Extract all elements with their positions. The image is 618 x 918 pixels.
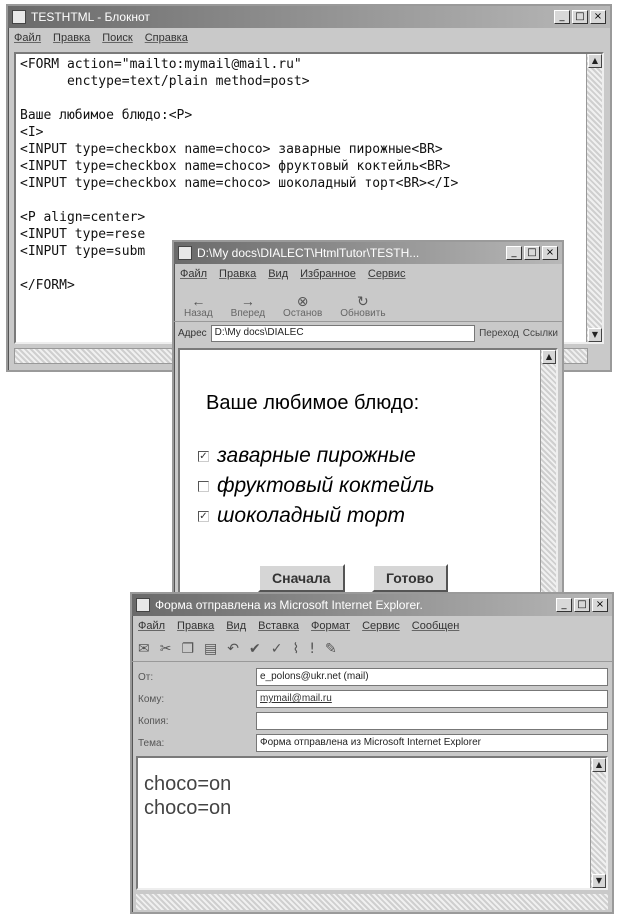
to-label[interactable]: Кому: (136, 694, 256, 705)
ie-toolbar: ← Назад → Вперед ⊗ Останов ↻ Обновить (174, 284, 562, 322)
menu-file[interactable]: Файл (180, 268, 207, 280)
close-button[interactable]: × (590, 10, 606, 24)
to-field[interactable]: mymail@mail.ru (256, 690, 608, 708)
vertical-scrollbar[interactable]: ▲ ▼ (586, 54, 602, 342)
close-button[interactable]: × (542, 246, 558, 260)
mail-titlebar[interactable]: Форма отправлена из Microsoft Internet E… (132, 594, 612, 616)
ie-menubar: Файл Правка Вид Избранное Сервис (174, 264, 562, 284)
maximize-button[interactable]: □ (524, 246, 540, 260)
menu-edit[interactable]: Правка (219, 268, 256, 280)
send-icon[interactable]: ✉ (138, 641, 150, 657)
menu-format[interactable]: Формат (311, 620, 350, 632)
links-button[interactable]: Ссылки (523, 328, 558, 339)
subject-field[interactable]: Форма отправлена из Microsoft Internet E… (256, 734, 608, 752)
menu-file[interactable]: Файл (14, 32, 41, 44)
mail-window: Форма отправлена из Microsoft Internet E… (130, 592, 614, 914)
address-input[interactable]: D:\My docs\DIALEC (210, 324, 476, 342)
menu-search[interactable]: Поиск (102, 32, 132, 44)
check-names-icon[interactable]: ✔ (249, 641, 261, 657)
minimize-button[interactable]: _ (554, 10, 570, 24)
vertical-scrollbar[interactable]: ▲ ▼ (590, 758, 606, 888)
mail-body[interactable]: choco=on choco=on ▲ ▼ (136, 756, 608, 890)
ie-title: D:\My docs\DIALECT\HtmlTutor\TESTH... (197, 246, 420, 260)
option-eclairs[interactable]: ✓ заварные пирожные (198, 444, 416, 468)
notepad-icon (12, 10, 26, 24)
priority-icon[interactable]: ! (309, 641, 315, 657)
maximize-button[interactable]: □ (572, 10, 588, 24)
menu-edit[interactable]: Правка (53, 32, 90, 44)
address-label: Адрес (178, 327, 207, 339)
menu-edit[interactable]: Правка (177, 620, 214, 632)
scroll-up-icon[interactable]: ▲ (588, 54, 602, 68)
copy-icon[interactable]: ❐ (181, 641, 194, 657)
notepad-titlebar[interactable]: TESTHTML - Блокнот _ □ × (8, 6, 610, 28)
reset-button[interactable]: Сначала (258, 564, 345, 592)
from-row: От: e_polons@ukr.net (mail) (136, 666, 608, 688)
menu-insert[interactable]: Вставка (258, 620, 299, 632)
form-heading: Ваше любимое блюдо: (206, 392, 420, 414)
sign-icon[interactable]: ✎ (325, 641, 337, 657)
attach-icon[interactable]: ⌇ (292, 641, 299, 657)
minimize-button[interactable]: _ (506, 246, 522, 260)
menu-view[interactable]: Вид (268, 268, 288, 280)
submit-button[interactable]: Готово (372, 564, 448, 592)
mail-title: Форма отправлена из Microsoft Internet E… (155, 598, 423, 612)
body-line: choco=on (144, 773, 232, 795)
menu-help[interactable]: Справка (145, 32, 188, 44)
from-field[interactable]: e_polons@ukr.net (mail) (256, 668, 608, 686)
ie-icon (178, 246, 192, 260)
spelling-icon[interactable]: ✓ (271, 641, 283, 657)
mail-toolbar: ✉ ✂ ❐ ▤ ↶ ✔ ✓ ⌇ ! ✎ (132, 636, 612, 662)
mail-header-fields: От: e_polons@ukr.net (mail) Кому: mymail… (132, 662, 612, 756)
go-button[interactable]: Переход (479, 328, 519, 339)
ie-titlebar[interactable]: D:\My docs\DIALECT\HtmlTutor\TESTH... _ … (174, 242, 562, 264)
paste-icon[interactable]: ▤ (204, 641, 217, 657)
refresh-icon: ↻ (357, 293, 369, 309)
forward-arrow-icon: → (240, 293, 255, 309)
menu-tools[interactable]: Сервис (368, 268, 406, 280)
menu-message[interactable]: Сообщен (412, 620, 460, 632)
minimize-button[interactable]: _ (556, 598, 572, 612)
scroll-down-icon[interactable]: ▼ (588, 328, 602, 342)
from-label: От: (138, 671, 154, 683)
body-line: choco=on (144, 797, 232, 819)
close-button[interactable]: × (592, 598, 608, 612)
menu-tools[interactable]: Сервис (362, 620, 400, 632)
menu-view[interactable]: Вид (226, 620, 246, 632)
notepad-title: TESTHTML - Блокнот (31, 10, 150, 24)
subject-label: Тема: (138, 737, 165, 749)
cut-icon[interactable]: ✂ (160, 641, 172, 657)
checkbox-eclairs[interactable]: ✓ (198, 450, 209, 462)
menu-file[interactable]: Файл (138, 620, 165, 632)
undo-icon[interactable]: ↶ (227, 641, 239, 657)
option-fruit-cocktail[interactable]: фруктовый коктейль (198, 474, 435, 498)
mail-statusbar (136, 894, 608, 910)
refresh-button[interactable]: ↻ Обновить (340, 294, 385, 319)
mail-menubar: Файл Правка Вид Вставка Формат Сервис Со… (132, 616, 612, 636)
option-chocolate-cake[interactable]: ✓ шоколадный торт (198, 504, 405, 528)
cc-row: Копия: (136, 710, 608, 732)
cc-label[interactable]: Копия: (136, 716, 256, 727)
scroll-down-icon[interactable]: ▼ (592, 874, 606, 888)
menu-favorites[interactable]: Избранное (300, 268, 356, 280)
back-arrow-icon: ← (191, 293, 206, 309)
checkbox-chocolate-cake[interactable]: ✓ (198, 510, 209, 522)
maximize-button[interactable]: □ (574, 598, 590, 612)
forward-button[interactable]: → Вперед (231, 294, 265, 319)
address-bar: Адрес D:\My docs\DIALEC Переход Ссылки (174, 322, 562, 344)
to-row: Кому: mymail@mail.ru (136, 688, 608, 710)
back-button[interactable]: ← Назад (184, 294, 213, 319)
stop-button[interactable]: ⊗ Останов (283, 294, 322, 319)
notepad-menubar: Файл Правка Поиск Справка (8, 28, 610, 48)
stop-icon: ⊗ (296, 293, 309, 309)
checkbox-fruit-cocktail[interactable] (198, 480, 209, 492)
subject-row: Тема: Форма отправлена из Microsoft Inte… (136, 732, 608, 754)
cc-field[interactable] (256, 712, 608, 730)
mail-icon (136, 598, 150, 612)
scroll-up-icon[interactable]: ▲ (592, 758, 606, 772)
scroll-up-icon[interactable]: ▲ (542, 350, 556, 364)
